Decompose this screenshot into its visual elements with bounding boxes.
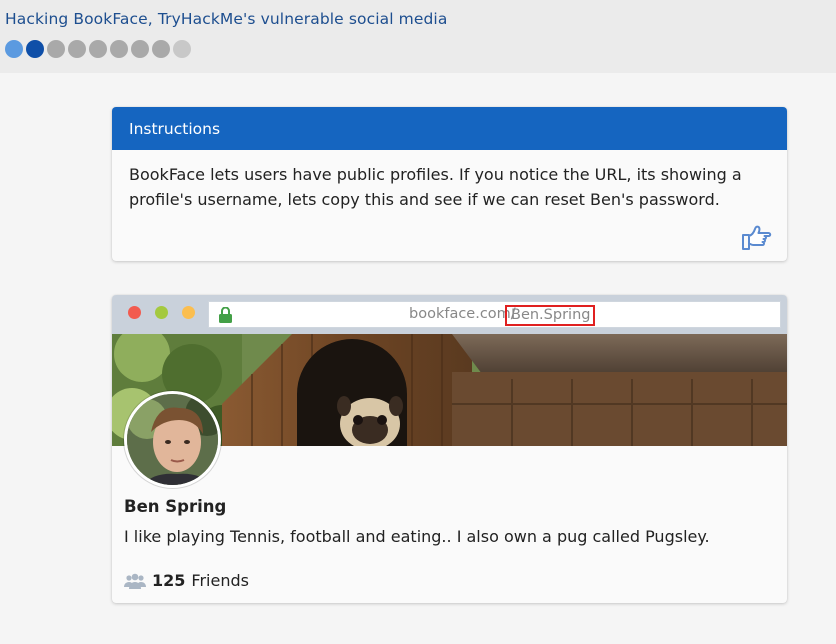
progress-dot-5[interactable] (89, 40, 107, 58)
progress-dot-8[interactable] (152, 40, 170, 58)
maximize-window-dot[interactable] (182, 306, 195, 319)
friends-summary[interactable]: 125 Friends (124, 571, 249, 590)
friends-label: Friends (191, 571, 249, 590)
profile-card: bookface.com/ Ben.Spring Ben Spring I li… (112, 295, 787, 603)
progress-dot-2[interactable] (26, 40, 44, 58)
progress-dot-1[interactable] (5, 40, 23, 58)
progress-dot-4[interactable] (68, 40, 86, 58)
room-title: Hacking BookFace, TryHackMe's vulnerable… (5, 10, 448, 28)
minimize-window-dot[interactable] (155, 306, 168, 319)
progress-dot-6[interactable] (110, 40, 128, 58)
url-domain: bookface.com/ (409, 306, 516, 322)
progress-dot-3[interactable] (47, 40, 65, 58)
avatar-photo (127, 394, 218, 485)
close-window-dot[interactable] (128, 306, 141, 319)
instructions-header: Instructions (112, 107, 787, 150)
lock-icon (219, 307, 232, 323)
progress-dot-7[interactable] (131, 40, 149, 58)
friends-count: 125 (152, 571, 186, 590)
address-bar[interactable]: bookface.com/ Ben.Spring (208, 301, 781, 328)
progress-dots (5, 40, 191, 58)
room-header: Hacking BookFace, TryHackMe's vulnerable… (0, 0, 836, 73)
url-username-highlight: Ben.Spring (505, 305, 595, 326)
profile-name[interactable]: Ben Spring (124, 497, 226, 516)
browser-bar: bookface.com/ Ben.Spring (112, 295, 787, 334)
instructions-text: BookFace lets users have public profiles… (129, 165, 742, 209)
profile-avatar[interactable] (124, 391, 221, 488)
progress-dot-9[interactable] (173, 40, 191, 58)
thumbs-up-pointing-icon[interactable] (741, 223, 773, 251)
users-icon (124, 573, 146, 589)
profile-bio: I like playing Tennis, football and eati… (124, 527, 710, 546)
instructions-card: Instructions BookFace lets users have pu… (112, 107, 787, 261)
